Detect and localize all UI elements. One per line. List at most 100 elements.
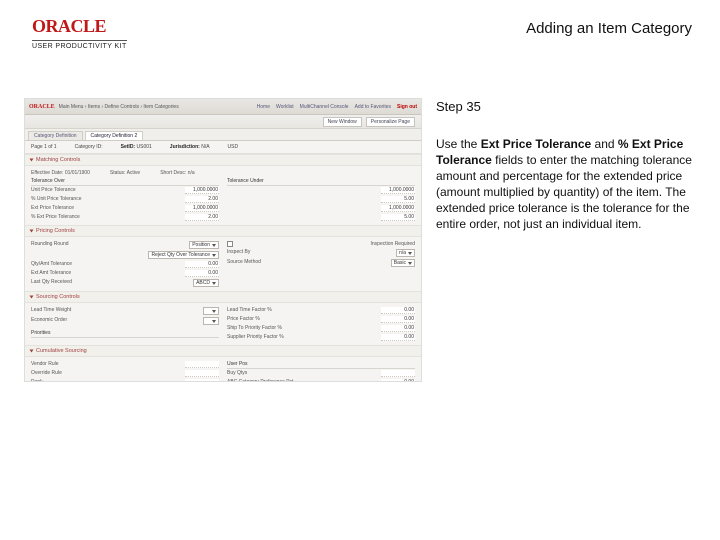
extamt-tol-label: Ext Amt Tolerance [31, 270, 71, 277]
rounding-select[interactable]: Position [189, 241, 219, 249]
chevron-down-icon [212, 320, 216, 323]
brand-subtitle: USER PRODUCTIVITY KIT [32, 40, 127, 50]
shot-top-links: Home Worklist MultiChannel Console Add t… [257, 104, 417, 110]
ext-price-tol-field[interactable]: 1,000.0000 [185, 205, 219, 212]
chevron-down-icon [212, 282, 216, 285]
vendor-rule-label: Vendor Rule [31, 361, 59, 368]
leadtime-factor-field[interactable]: 0.00 [381, 307, 415, 314]
chevron-down-icon [212, 254, 216, 257]
extamt-tol-field[interactable]: 0.00 [185, 270, 219, 277]
chevron-down-icon [408, 262, 412, 265]
price-factor-field[interactable]: 0.00 [381, 316, 415, 323]
section-title-matching: Matching Controls [36, 157, 80, 163]
inspection-required-checkbox[interactable] [227, 241, 233, 247]
pct-unit-price-tol-field[interactable]: 2.00 [185, 196, 219, 203]
inspection-required-label: Inspection Required [371, 241, 415, 247]
price-factor-label: Price Factor % [227, 316, 260, 323]
app-screenshot: ORACLE Main Menu › Items › Define Contro… [24, 98, 422, 382]
chevron-down-icon [212, 310, 216, 313]
supplier-priority-label: Supplier Priority Factor % [227, 334, 284, 341]
override-rule-field[interactable] [185, 370, 219, 377]
shot-subbar: New Window Personalize Page [25, 115, 421, 129]
section-matching-controls[interactable]: Matching Controls [25, 154, 421, 166]
step-label: Step 35 [436, 98, 696, 116]
chevron-down-icon [212, 244, 216, 247]
collapse-icon [30, 296, 34, 299]
section-cumulative-sourcing[interactable]: Cumulative Sourcing [25, 345, 421, 357]
inspect-by-select[interactable]: n/a [396, 249, 415, 257]
vendor-rule-field[interactable] [185, 361, 219, 368]
leadtime-weight-select[interactable] [203, 307, 219, 315]
explanation-panel: Step 35 Use the Ext Price Tolerance and … [436, 98, 696, 233]
leadtime-factor-label: Lead Time Factor % [227, 307, 272, 314]
shot-topbar: ORACLE Main Menu › Items › Define Contro… [25, 99, 421, 115]
reject-qty-select[interactable]: Reject Qty Over Tolerance [148, 251, 219, 259]
section-pricing-controls[interactable]: Pricing Controls [25, 225, 421, 237]
rounding-label: Rounding Round [31, 241, 69, 249]
shortdesc-label: Short Desc: [160, 170, 186, 176]
link-mcc[interactable]: MultiChannel Console [300, 104, 349, 110]
link-home[interactable]: Home [257, 104, 270, 110]
priorities-subhead: Priorities [31, 329, 219, 338]
explanation-text: Use the Ext Price Tolerance and % Ext Pr… [436, 136, 696, 233]
status-value: Active [127, 170, 141, 176]
userpos-head: User Pos [227, 360, 415, 369]
pct-unit-price-tol-label: % Unit Price Tolerance [31, 196, 82, 203]
pct-ext-price-tol-label: % Ext Price Tolerance [31, 214, 80, 221]
inspect-by-label: Inspect By [227, 249, 250, 257]
form-header: Page 1 of 1 Category ID: SetID: US001 Ju… [25, 141, 421, 154]
new-window-button[interactable]: New Window [323, 117, 362, 127]
shortdesc-value: n/a [188, 170, 195, 176]
buyqtys-field[interactable] [381, 370, 415, 377]
econ-order-label: Economic Order [31, 317, 67, 325]
source-method-select[interactable]: Basic [391, 259, 415, 267]
effdate-label: Effective Date: [31, 170, 63, 176]
shot-oracle-logo: ORACLE [29, 104, 55, 110]
tol-over-head: Tolerance Over [31, 177, 219, 186]
lastqty-select[interactable]: ABCD [193, 279, 219, 287]
source-method-label: Source Method [227, 259, 261, 267]
rank-label: Rank [31, 379, 43, 382]
collapse-icon [30, 159, 34, 162]
tol-under-head: Tolerance Under [227, 177, 415, 186]
section-title-sourcing: Sourcing Controls [36, 294, 80, 300]
juris-value: N/A [201, 144, 209, 150]
brand-block: ORACLE USER PRODUCTIVITY KIT [32, 16, 127, 50]
pct-ext-price-tol-under-field[interactable]: 5.00 [381, 214, 415, 221]
abc-pref-field[interactable]: 0.00 [381, 379, 415, 382]
section-title-cumulative: Cumulative Sourcing [36, 348, 87, 354]
tab-cat-def-2[interactable]: Category Definition 2 [85, 131, 144, 140]
pct-ext-price-tol-field[interactable]: 2.00 [185, 214, 219, 221]
effdate-value: 01/01/1900 [65, 170, 90, 176]
page-title: Adding an Item Category [526, 16, 692, 37]
collapse-icon [30, 350, 34, 353]
shipto-priority-label: Ship To Priority Factor % [227, 325, 282, 332]
qtyamt-tol-label: Qty/Amt Tolerance [31, 261, 72, 268]
unit-price-tol-field[interactable]: 1,000.0000 [185, 187, 219, 194]
category-id-label: Category ID: [75, 144, 103, 150]
setid-value: US001 [137, 144, 152, 150]
ext-price-tol-label: Ext Price Tolerance [31, 205, 74, 212]
abc-pref-label: ABC Category Preference Pct [227, 379, 293, 382]
link-signout[interactable]: Sign out [397, 104, 417, 110]
tab-cat-def[interactable]: Category Definition [28, 131, 83, 140]
personalize-button[interactable]: Personalize Page [366, 117, 415, 127]
lastqty-label: Last Qty Received [31, 279, 72, 287]
shot-breadcrumb: Main Menu › Items › Define Controls › It… [59, 104, 179, 110]
ext-price-tol-under-field[interactable]: 1,000.0000 [381, 205, 415, 212]
supplier-priority-field[interactable]: 0.00 [381, 334, 415, 341]
shipto-priority-field[interactable]: 0.00 [381, 325, 415, 332]
buyqtys-label: Buy Qtys [227, 370, 247, 377]
unit-price-tol-label: Unit Price Tolerance [31, 187, 76, 194]
section-title-pricing: Pricing Controls [36, 228, 75, 234]
econ-order-select[interactable] [203, 317, 219, 325]
rank-field[interactable] [185, 379, 219, 382]
section-sourcing-controls[interactable]: Sourcing Controls [25, 291, 421, 303]
page-indicator: Page 1 of 1 [31, 144, 57, 150]
link-fav[interactable]: Add to Favorites [355, 104, 391, 110]
pct-unit-price-tol-under-field[interactable]: 5.00 [381, 196, 415, 203]
link-worklist[interactable]: Worklist [276, 104, 294, 110]
unit-price-tol-under-field[interactable]: 1,000.0000 [381, 187, 415, 194]
setid-label: SetID: [121, 144, 135, 150]
qtyamt-tol-field[interactable]: 0.00 [185, 261, 219, 268]
